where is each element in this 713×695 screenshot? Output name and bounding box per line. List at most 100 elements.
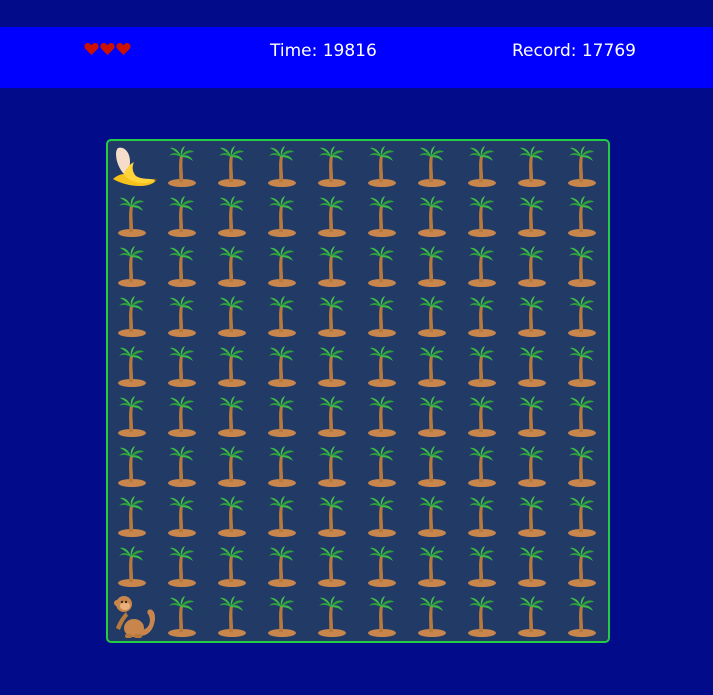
board-cell[interactable]: [308, 391, 358, 441]
board-cell[interactable]: [458, 241, 508, 291]
board-cell[interactable]: [208, 541, 258, 591]
board-cell[interactable]: [108, 391, 158, 441]
board-cell[interactable]: [158, 191, 208, 241]
board-cell[interactable]: [158, 341, 208, 391]
board-cell[interactable]: [258, 141, 308, 191]
board-cell[interactable]: [358, 291, 408, 341]
board-cell[interactable]: [458, 491, 508, 541]
board-cell[interactable]: [508, 341, 558, 391]
board-cell[interactable]: [308, 191, 358, 241]
board-cell[interactable]: [558, 141, 608, 191]
board-cell[interactable]: [558, 541, 608, 591]
board-cell[interactable]: [258, 291, 308, 341]
board-cell[interactable]: [258, 391, 308, 441]
board-cell[interactable]: [558, 291, 608, 341]
board-cell[interactable]: [508, 391, 558, 441]
board-cell[interactable]: [208, 341, 258, 391]
board-cell[interactable]: [208, 591, 258, 641]
board-cell[interactable]: [558, 391, 608, 441]
board-cell[interactable]: [358, 241, 408, 291]
board-cell[interactable]: [308, 291, 358, 341]
board-cell[interactable]: [208, 141, 258, 191]
board-cell[interactable]: [408, 341, 458, 391]
board-cell[interactable]: [508, 291, 558, 341]
board-cell[interactable]: [458, 541, 508, 591]
board-cell[interactable]: [258, 591, 308, 641]
board-cell[interactable]: [208, 241, 258, 291]
board-cell[interactable]: [308, 241, 358, 291]
board-cell[interactable]: [308, 541, 358, 591]
board-cell[interactable]: [208, 291, 258, 341]
board-cell[interactable]: [208, 491, 258, 541]
board-cell[interactable]: [108, 491, 158, 541]
board-cell[interactable]: [258, 241, 308, 291]
board-cell[interactable]: [458, 391, 508, 441]
board-cell[interactable]: [558, 341, 608, 391]
board-cell[interactable]: [458, 141, 508, 191]
board-cell[interactable]: [408, 491, 458, 541]
board-cell[interactable]: [258, 191, 308, 241]
board-cell[interactable]: [158, 441, 208, 491]
board-cell[interactable]: [158, 591, 208, 641]
board-cell[interactable]: [358, 591, 408, 641]
board-cell[interactable]: [458, 191, 508, 241]
board-cell[interactable]: [158, 141, 208, 191]
board-cell[interactable]: [108, 191, 158, 241]
board-cell[interactable]: [508, 541, 558, 591]
board-cell[interactable]: [308, 491, 358, 541]
board-cell[interactable]: [558, 191, 608, 241]
board-cell[interactable]: [458, 441, 508, 491]
board-cell[interactable]: [258, 441, 308, 491]
board-cell[interactable]: [558, 241, 608, 291]
board-cell[interactable]: [158, 241, 208, 291]
board-cell[interactable]: [358, 541, 408, 591]
board-cell[interactable]: [408, 541, 458, 591]
board-cell[interactable]: [158, 541, 208, 591]
board-cell[interactable]: [208, 191, 258, 241]
board-cell[interactable]: [358, 341, 408, 391]
board-cell[interactable]: [158, 391, 208, 441]
board-cell[interactable]: [358, 191, 408, 241]
board-cell[interactable]: [108, 241, 158, 291]
board-cell[interactable]: [108, 341, 158, 391]
board-cell[interactable]: [508, 491, 558, 541]
board-cell[interactable]: [458, 341, 508, 391]
board-cell[interactable]: [408, 141, 458, 191]
board-cell[interactable]: [208, 391, 258, 441]
board-cell[interactable]: [258, 341, 308, 391]
board-cell[interactable]: [408, 241, 458, 291]
board-cell[interactable]: [508, 141, 558, 191]
board-cell[interactable]: [358, 491, 408, 541]
board-cell[interactable]: [258, 491, 308, 541]
board-cell[interactable]: [308, 591, 358, 641]
board-cell[interactable]: [158, 291, 208, 341]
board-cell[interactable]: [108, 591, 158, 641]
board-cell[interactable]: [458, 291, 508, 341]
board-cell[interactable]: [358, 441, 408, 491]
board-cell[interactable]: [208, 441, 258, 491]
board-cell[interactable]: [158, 491, 208, 541]
board-cell[interactable]: [108, 291, 158, 341]
board-cell[interactable]: [108, 441, 158, 491]
board-cell[interactable]: [408, 441, 458, 491]
board-cell[interactable]: [408, 591, 458, 641]
board-cell[interactable]: [408, 191, 458, 241]
board-cell[interactable]: [508, 241, 558, 291]
board-cell[interactable]: [508, 191, 558, 241]
board-cell[interactable]: [508, 591, 558, 641]
board-cell[interactable]: [108, 541, 158, 591]
board-cell[interactable]: [358, 391, 408, 441]
board-cell[interactable]: [558, 491, 608, 541]
board-cell[interactable]: [308, 141, 358, 191]
board-cell[interactable]: [358, 141, 408, 191]
board-cell[interactable]: [558, 591, 608, 641]
board-cell[interactable]: [308, 441, 358, 491]
board-cell[interactable]: [108, 141, 158, 191]
board-cell[interactable]: [558, 441, 608, 491]
board-cell[interactable]: [308, 341, 358, 391]
board-cell[interactable]: [408, 291, 458, 341]
board-cell[interactable]: [458, 591, 508, 641]
board-cell[interactable]: [508, 441, 558, 491]
board-cell[interactable]: [408, 391, 458, 441]
board-cell[interactable]: [258, 541, 308, 591]
